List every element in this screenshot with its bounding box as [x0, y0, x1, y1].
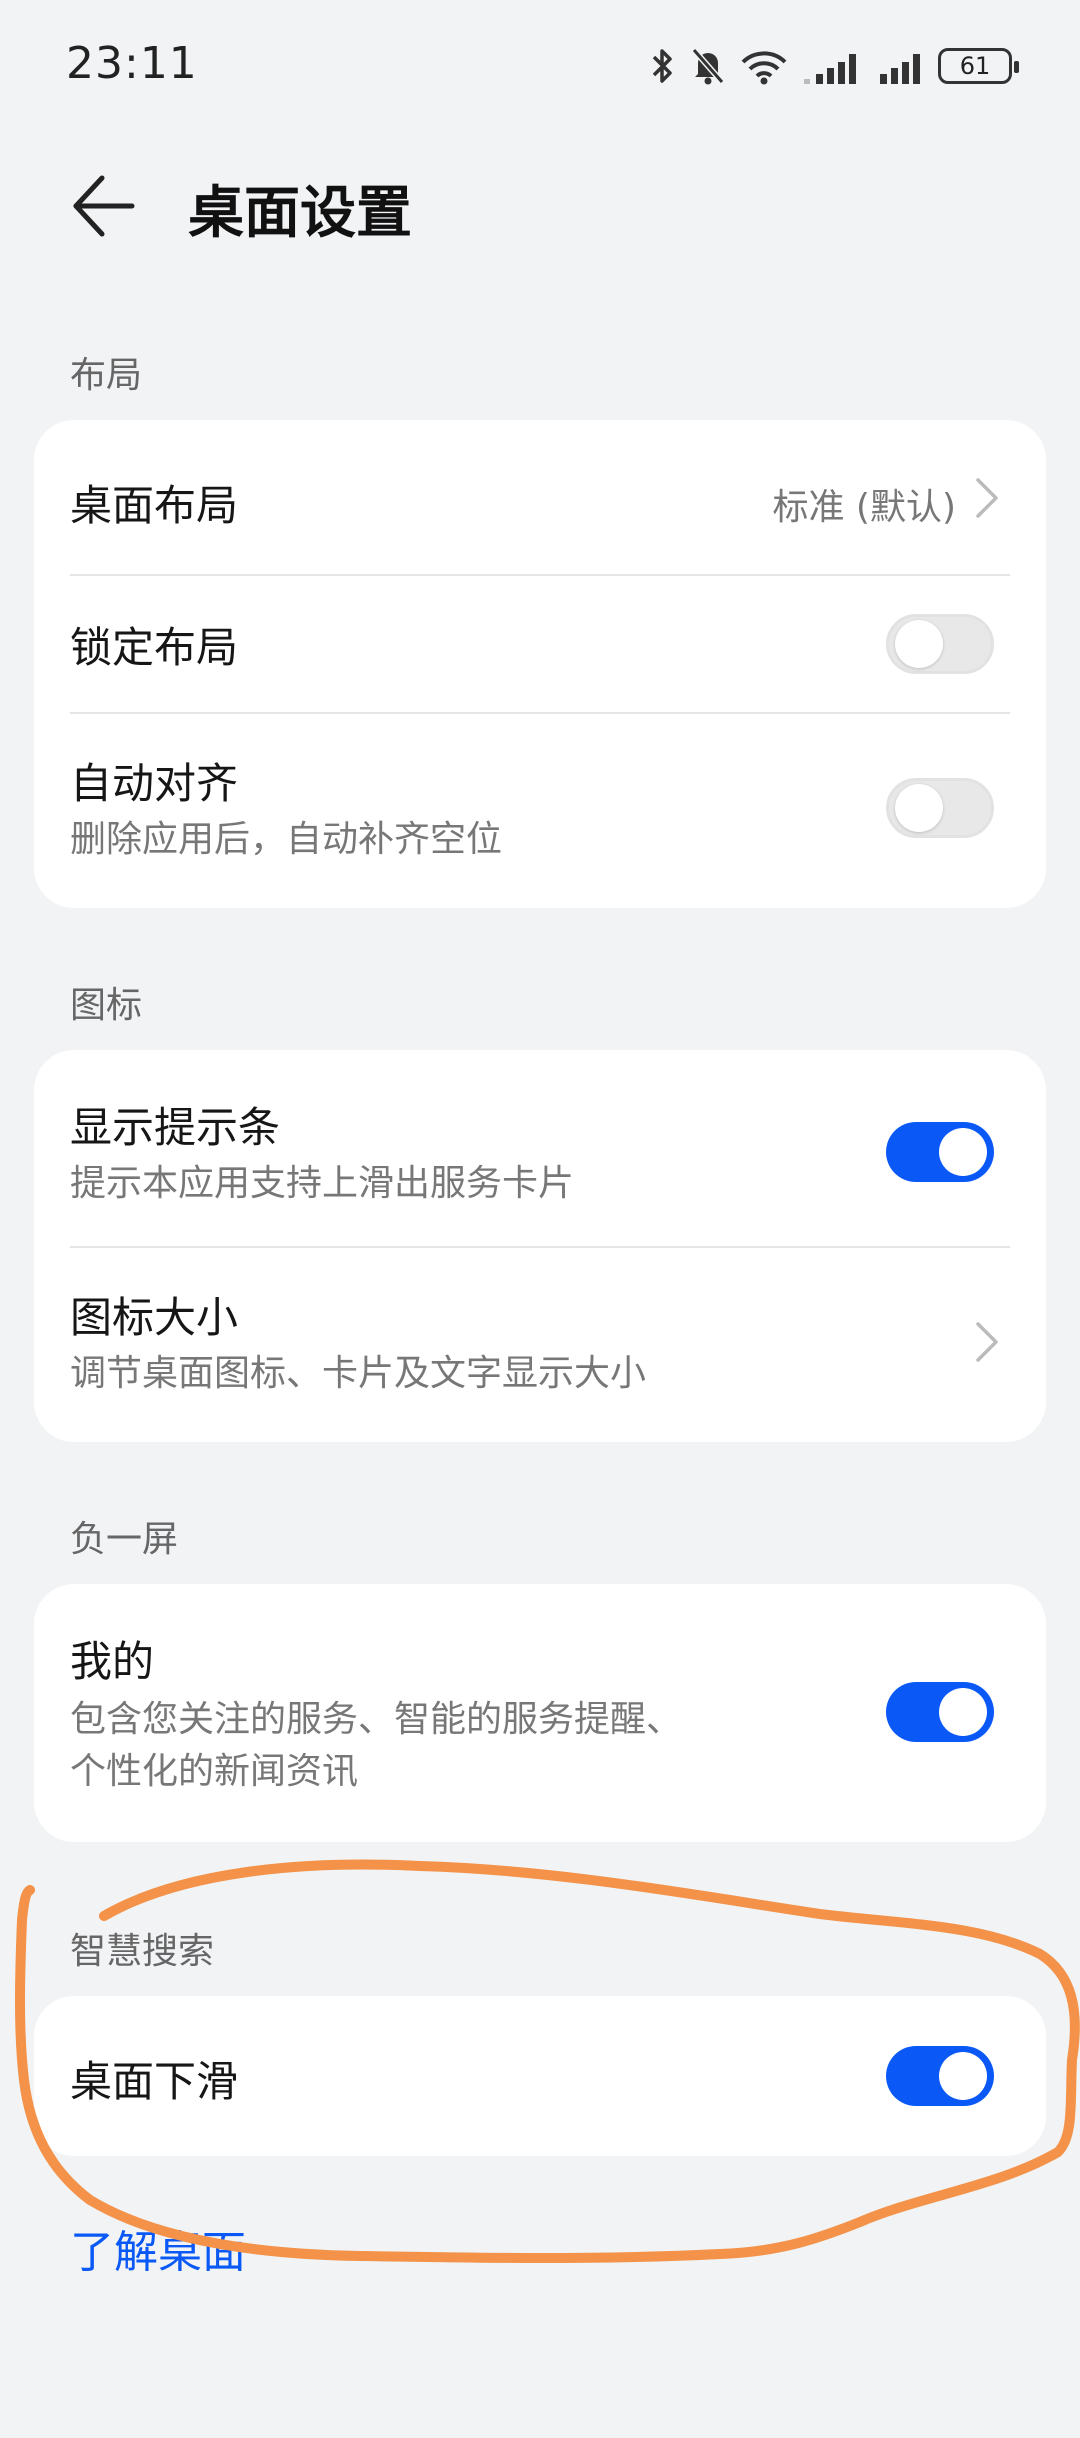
- icon-size-subtitle: 调节桌面图标、卡片及文字显示大小: [70, 1353, 647, 1394]
- toggle-knob: [939, 1688, 987, 1736]
- toggle-knob: [939, 1128, 987, 1176]
- mute-bell-icon: [691, 48, 725, 85]
- lock-layout-title: 锁定布局: [70, 623, 239, 672]
- desktop-layout-value: 标准 (默认): [772, 487, 956, 528]
- chevron-right-icon: [976, 1322, 998, 1362]
- auto-align-title: 自动对齐: [70, 759, 239, 808]
- bluetooth-icon: [652, 49, 672, 83]
- lock-layout-toggle[interactable]: [886, 614, 994, 674]
- section-label-icons: 图标: [70, 985, 143, 1026]
- card-icons: 显示提示条 提示本应用支持上滑出服务卡片 图标大小 调节桌面图标、卡片及文字显示…: [34, 1050, 1046, 1442]
- chevron-right-icon: [976, 478, 998, 518]
- icon-size-title: 图标大小: [70, 1293, 239, 1342]
- auto-align-subtitle: 删除应用后，自动补齐空位: [70, 819, 503, 860]
- section-label-minus-one: 负一屏: [70, 1519, 179, 1560]
- auto-align-toggle[interactable]: [886, 778, 994, 838]
- toggle-knob: [895, 620, 943, 668]
- mine-subtitle-line1: 包含您关注的服务、智能的服务提醒、: [70, 1699, 683, 1740]
- learn-desktop-link[interactable]: 了解桌面: [70, 2216, 246, 2280]
- card-layout: 桌面布局 标准 (默认) 锁定布局 自动对齐 删除应用后，自动补齐空位: [34, 420, 1046, 908]
- show-hint-title: 显示提示条: [70, 1103, 281, 1152]
- swipe-down-title: 桌面下滑: [70, 2057, 239, 2106]
- signal-icon-sim1: [804, 54, 856, 84]
- toggle-knob: [895, 784, 943, 832]
- row-auto-align: 自动对齐 删除应用后，自动补齐空位: [34, 714, 1046, 908]
- row-desktop-layout[interactable]: 桌面布局 标准 (默认): [34, 420, 1046, 574]
- back-arrow-icon[interactable]: [68, 170, 148, 242]
- card-minus-one: 我的 包含您关注的服务、智能的服务提醒、 个性化的新闻资讯: [34, 1584, 1046, 1842]
- row-show-hint: 显示提示条 提示本应用支持上滑出服务卡片: [34, 1050, 1046, 1246]
- section-label-smart-search: 智慧搜索: [70, 1931, 215, 1972]
- battery-level: 61: [959, 52, 991, 80]
- desktop-layout-title: 桌面布局: [70, 481, 239, 530]
- section-label-layout: 布局: [70, 355, 143, 396]
- status-icons: 61: [650, 44, 1019, 88]
- row-swipe-down: 桌面下滑: [34, 1996, 1046, 2156]
- show-hint-subtitle: 提示本应用支持上滑出服务卡片: [70, 1163, 575, 1204]
- status-bar: 23:11 61: [0, 0, 1080, 130]
- page-title: 桌面设置: [188, 181, 412, 246]
- wifi-icon: [741, 51, 787, 85]
- row-mine: 我的 包含您关注的服务、智能的服务提醒、 个性化的新闻资讯: [34, 1584, 1046, 1842]
- toggle-knob: [939, 2052, 987, 2100]
- swipe-down-toggle[interactable]: [886, 2046, 994, 2106]
- status-time: 23:11: [66, 38, 198, 89]
- app-header: 桌面设置: [0, 150, 1080, 260]
- card-smart-search: 桌面下滑: [34, 1996, 1046, 2156]
- signal-icon-sim2: [880, 54, 920, 84]
- mine-subtitle-line2: 个性化的新闻资讯: [70, 1751, 359, 1792]
- row-icon-size[interactable]: 图标大小 调节桌面图标、卡片及文字显示大小: [34, 1248, 1046, 1442]
- show-hint-toggle[interactable]: [886, 1122, 994, 1182]
- row-lock-layout: 锁定布局: [34, 576, 1046, 712]
- mine-toggle[interactable]: [886, 1682, 994, 1742]
- mine-title: 我的: [70, 1637, 155, 1686]
- battery-icon: 61: [938, 48, 1019, 84]
